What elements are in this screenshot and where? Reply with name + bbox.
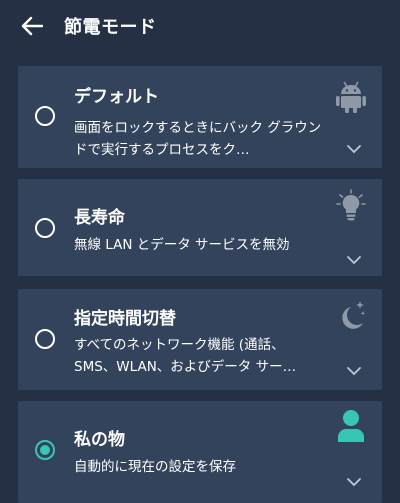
- chevron-down-icon[interactable]: [346, 477, 362, 487]
- mode-description: 画面をロックするときにバック グラウンドで実行するプロセスをク…: [74, 120, 322, 158]
- mode-title: 指定時間切替: [74, 309, 176, 329]
- mode-title: 長寿命: [74, 208, 125, 228]
- chevron-down-icon[interactable]: [346, 144, 362, 154]
- radio-button[interactable]: [35, 106, 55, 126]
- back-button[interactable]: [18, 12, 46, 40]
- lightbulb-icon: [336, 189, 366, 221]
- chevron-down-icon[interactable]: [346, 366, 362, 376]
- mode-description: すべてのネットワーク機能 (通話、SMS、WLAN、およびデータ サー…: [74, 337, 297, 375]
- mode-title: 私の物: [74, 430, 125, 450]
- mode-title: デフォルト: [74, 87, 159, 107]
- radio-button-selected[interactable]: [35, 440, 55, 460]
- person-icon: [338, 410, 364, 442]
- mode-card-default[interactable]: デフォルト 画面をロックするときにバック グラウンドで実行するプロセスをク…: [18, 66, 382, 168]
- mode-card-my-mode[interactable]: 私の物 自動的に現在の設定を保存: [18, 401, 382, 503]
- android-icon: [336, 81, 366, 113]
- mode-description: 自動的に現在の設定を保存: [74, 459, 236, 475]
- radio-button[interactable]: [35, 329, 55, 349]
- chevron-down-icon[interactable]: [346, 255, 362, 265]
- moon-stars-icon: [342, 301, 366, 329]
- mode-description: 無線 LAN とデータ サービスを無効: [74, 237, 290, 253]
- mode-card-scheduled[interactable]: 指定時間切替 すべてのネットワーク機能 (通話、SMS、WLAN、およびデータ …: [18, 289, 382, 390]
- page-title: 節電モード: [64, 17, 157, 38]
- radio-button[interactable]: [35, 218, 55, 238]
- arrow-left-icon: [21, 16, 43, 36]
- mode-card-long-life[interactable]: 長寿命 無線 LAN とデータ サービスを無効: [18, 179, 382, 276]
- app-bar: 節電モード: [0, 0, 400, 50]
